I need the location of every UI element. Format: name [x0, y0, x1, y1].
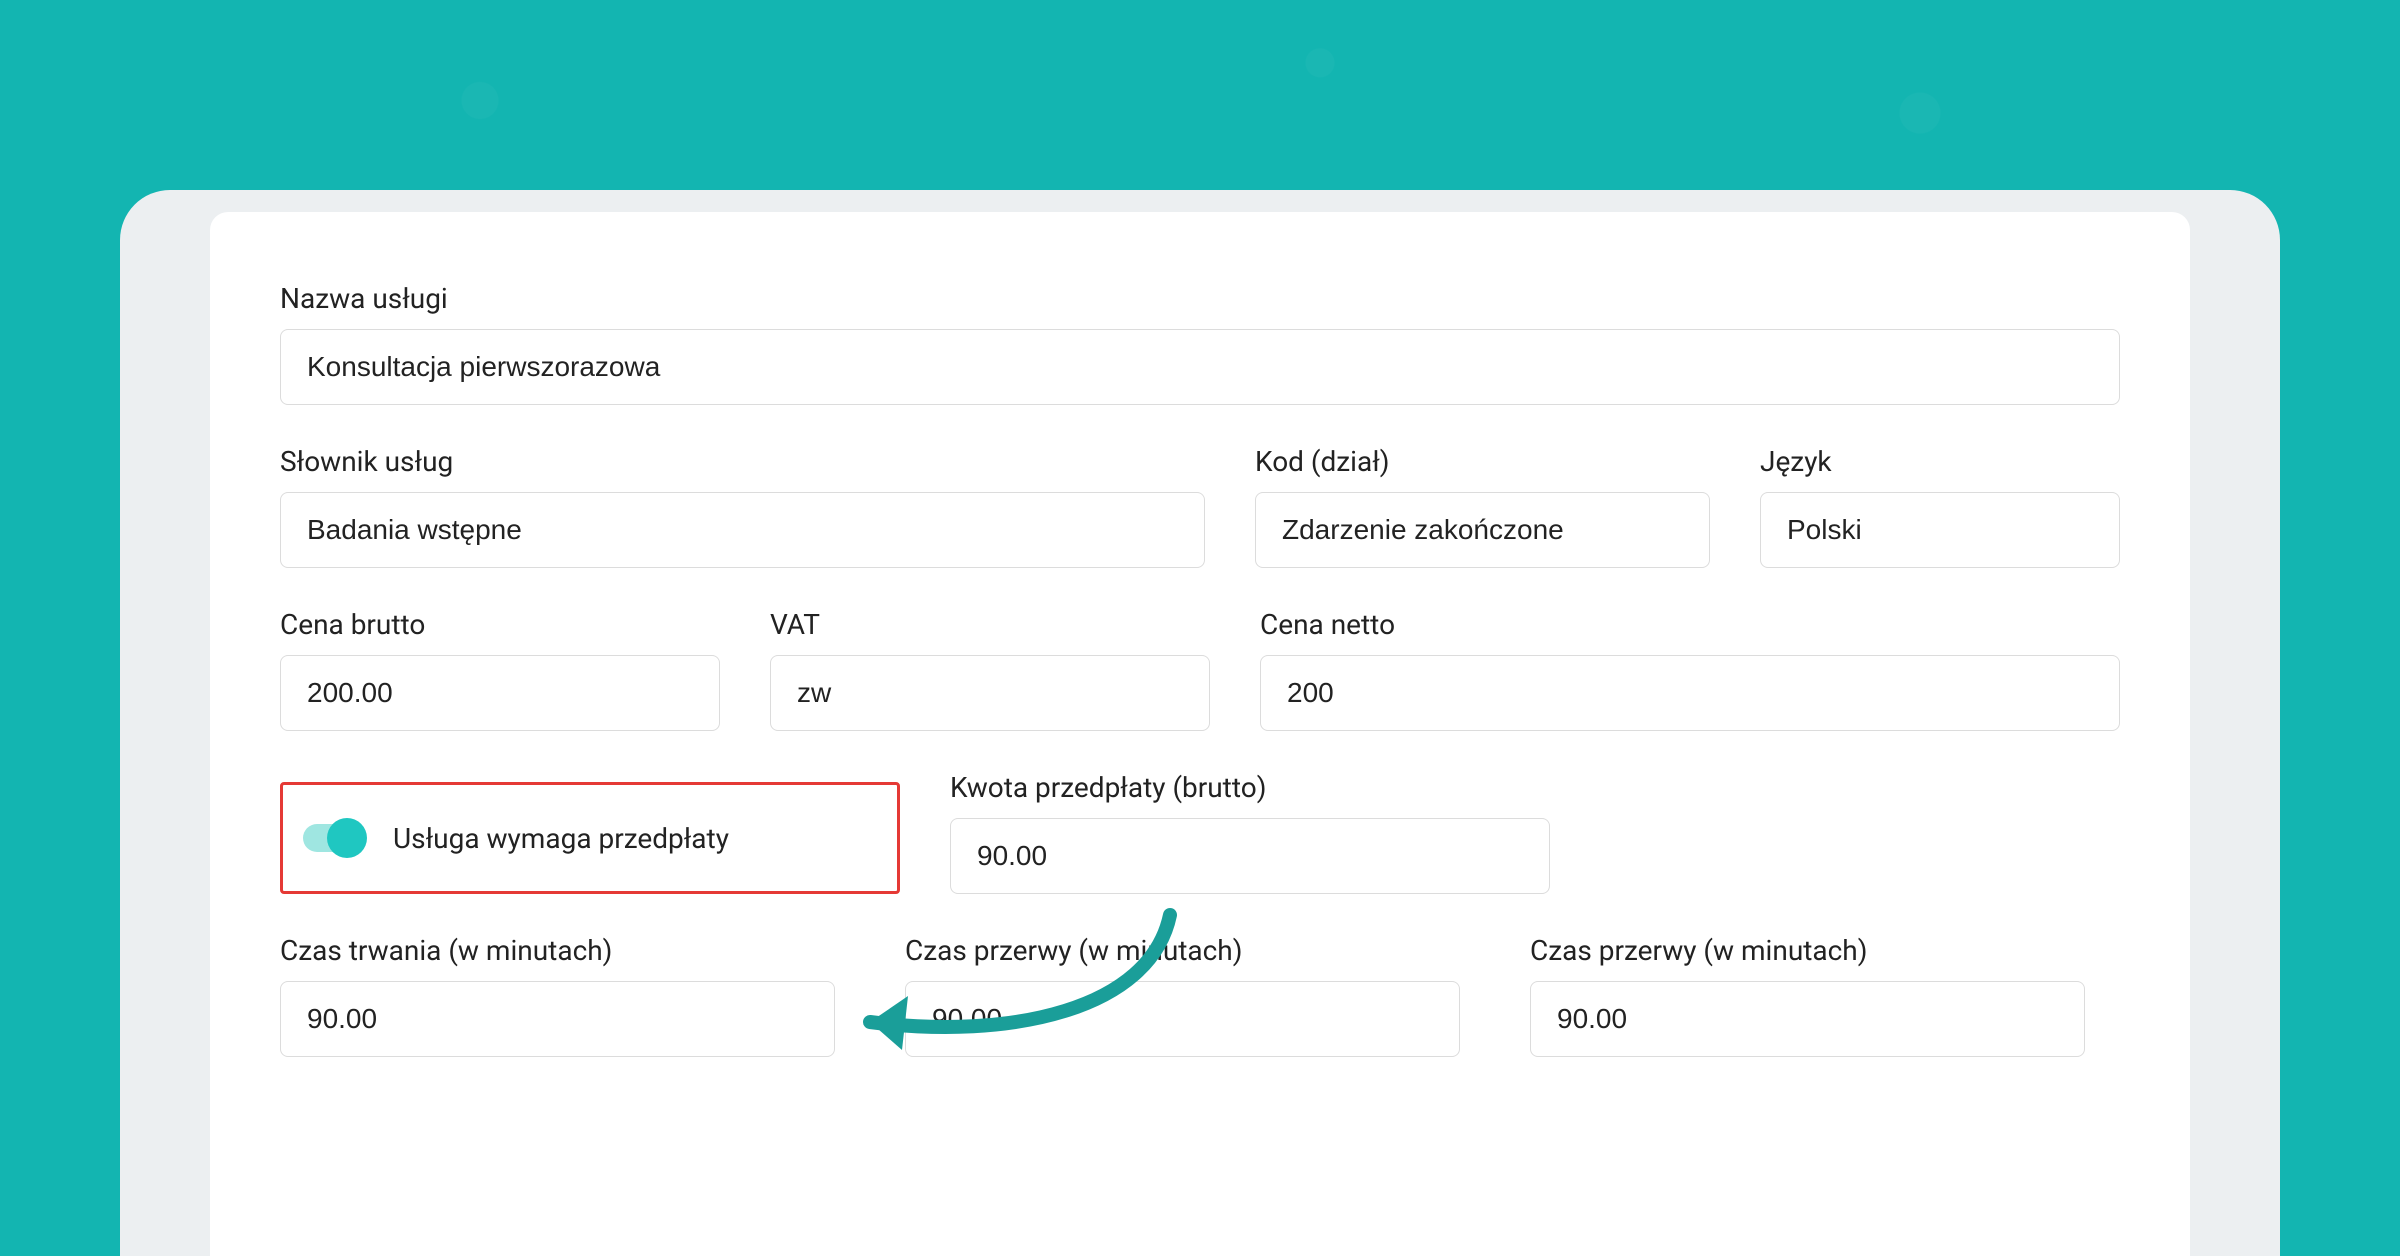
code-label: Kod (dział) — [1255, 445, 1710, 478]
break-2-label: Czas przerwy (w minutach) — [1530, 934, 2085, 967]
prepay-required-toggle-label: Usługa wymaga przedpłaty — [393, 822, 729, 855]
field-group-prepay-amount: Kwota przedpłaty (brutto) — [950, 771, 1550, 894]
duration-input[interactable] — [280, 981, 835, 1057]
field-group-service-name: Nazwa usługi — [280, 282, 2120, 405]
dictionary-input[interactable] — [280, 492, 1205, 568]
service-name-label: Nazwa usługi — [280, 282, 2120, 315]
duration-label: Czas trwania (w minutach) — [280, 934, 835, 967]
field-group-price-net: Cena netto — [1260, 608, 2120, 731]
price-net-label: Cena netto — [1260, 608, 2120, 641]
field-group-price-gross: Cena brutto — [280, 608, 720, 731]
price-net-input[interactable] — [1260, 655, 2120, 731]
dictionary-label: Słownik usług — [280, 445, 1205, 478]
prepay-required-toggle[interactable] — [303, 824, 365, 852]
row-dictionary-code-language: Słownik usług Kod (dział) Język — [280, 445, 2120, 568]
code-input[interactable] — [1255, 492, 1710, 568]
price-gross-label: Cena brutto — [280, 608, 720, 641]
language-label: Język — [1760, 445, 2120, 478]
row-prepayment: Usługa wymaga przedpłaty Kwota przedpłat… — [280, 771, 2120, 894]
field-group-break-1: Czas przerwy (w minutach) — [905, 934, 1460, 1057]
field-group-code: Kod (dział) — [1255, 445, 1710, 568]
service-form-card: Nazwa usługi Słownik usług Kod (dział) J… — [210, 212, 2190, 1256]
break-2-input[interactable] — [1530, 981, 2085, 1057]
field-group-break-2: Czas przerwy (w minutach) — [1530, 934, 2085, 1057]
prepay-amount-input[interactable] — [950, 818, 1550, 894]
field-group-dictionary: Słownik usług — [280, 445, 1205, 568]
toggle-knob-icon — [327, 818, 367, 858]
vat-label: VAT — [770, 608, 1210, 641]
row-prices: Cena brutto VAT Cena netto — [280, 608, 2120, 731]
field-group-duration: Czas trwania (w minutach) — [280, 934, 835, 1057]
break-1-label: Czas przerwy (w minutach) — [905, 934, 1460, 967]
vat-input[interactable] — [770, 655, 1210, 731]
language-input[interactable] — [1760, 492, 2120, 568]
break-1-input[interactable] — [905, 981, 1460, 1057]
field-group-language: Język — [1760, 445, 2120, 568]
service-name-input[interactable] — [280, 329, 2120, 405]
prepay-toggle-highlight-box: Usługa wymaga przedpłaty — [280, 782, 900, 894]
prepay-amount-label: Kwota przedpłaty (brutto) — [950, 771, 1550, 804]
field-group-vat: VAT — [770, 608, 1210, 731]
row-durations: Czas trwania (w minutach) Czas przerwy (… — [280, 934, 2120, 1057]
price-gross-input[interactable] — [280, 655, 720, 731]
